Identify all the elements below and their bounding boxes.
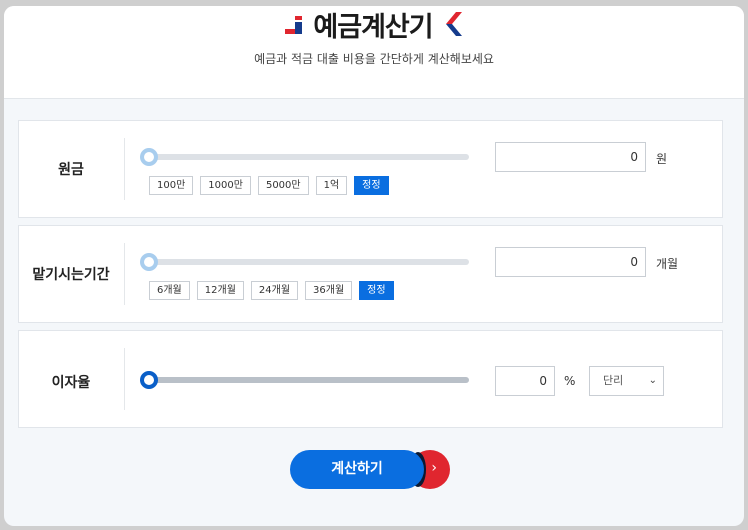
interest-type-value: 단리	[603, 374, 624, 387]
principal-slider[interactable]	[147, 154, 469, 160]
rate-slider[interactable]	[147, 377, 469, 383]
period-input[interactable]: 0	[495, 247, 646, 277]
chip-5000man[interactable]: 5000만	[257, 176, 309, 195]
period-slider[interactable]	[147, 259, 469, 265]
principal-unit: 원	[656, 152, 668, 166]
chip-100man[interactable]: 100만	[149, 176, 194, 195]
chip-12months[interactable]: 12개월	[196, 281, 244, 300]
calculate-button[interactable]: 계산하기	[290, 450, 424, 489]
principal-label: 원금	[58, 162, 84, 178]
rate-label: 이자율	[51, 375, 91, 391]
chip-36months[interactable]: 36개월	[305, 281, 353, 300]
interest-type-select[interactable]: 단리 ⌄	[589, 366, 664, 396]
period-label: 맡기시는기간	[32, 267, 110, 283]
principal-slider-thumb[interactable]	[140, 148, 158, 166]
title-row: 예금계산기	[4, 6, 744, 43]
principal-chips: 100만 1000만 5000만 1억 정정	[149, 176, 389, 195]
period-reset-button[interactable]: 정정	[359, 281, 394, 300]
rate-input[interactable]: 0	[495, 366, 555, 396]
calculate-action: 계산하기 ›	[290, 450, 452, 490]
rate-unit: %	[564, 374, 576, 388]
rate-card: 이자율 0 % 단리 ⌄	[18, 330, 723, 428]
period-unit: 개월	[656, 257, 679, 271]
divider	[124, 138, 125, 200]
principal-card: 원금 100만 1000만 5000만 1억 정정 0 원	[18, 120, 723, 218]
chip-1000man[interactable]: 1000만	[200, 176, 251, 195]
rate-slider-thumb[interactable]	[140, 371, 158, 389]
divider	[124, 243, 125, 305]
bar-chart-logo-icon	[285, 16, 303, 34]
page-subtitle: 예금과 적금 대출 비용을 간단하게 계산해보세요	[254, 52, 494, 66]
principal-reset-button[interactable]: 정정	[354, 176, 389, 195]
chevron-down-icon: ⌄	[648, 375, 657, 386]
period-chips: 6개월 12개월 24개월 36개월 정정	[149, 281, 394, 300]
chevron-left-logo-icon	[443, 12, 463, 36]
header: 예금계산기 예금과 적금 대출 비용을 간단하게 계산해보세요	[4, 6, 744, 99]
period-card: 맡기시는기간 6개월 12개월 24개월 36개월 정정 0 개월	[18, 225, 723, 323]
principal-input[interactable]: 0	[495, 142, 646, 172]
chip-24months[interactable]: 24개월	[250, 281, 299, 300]
divider	[124, 348, 125, 410]
page-title: 예금계산기	[313, 11, 433, 43]
calculator-window: 예금계산기 예금과 적금 대출 비용을 간단하게 계산해보세요 원금 100만 …	[4, 6, 744, 526]
period-slider-thumb[interactable]	[140, 253, 158, 271]
chip-6months[interactable]: 6개월	[149, 281, 190, 300]
chip-1eok[interactable]: 1억	[315, 176, 348, 195]
